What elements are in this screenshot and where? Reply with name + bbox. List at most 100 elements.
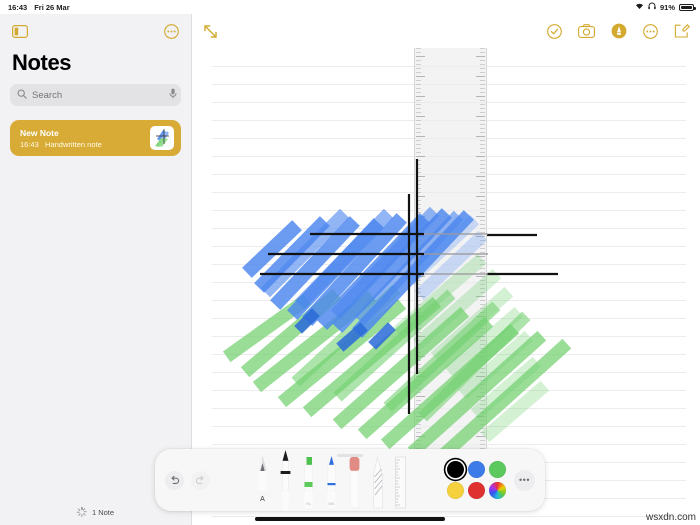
ruler-tick [416, 64, 421, 65]
ruler-tick [416, 432, 421, 433]
ruler-tick [480, 168, 485, 169]
share-icon[interactable] [643, 23, 658, 39]
ruler-tick [416, 328, 421, 329]
ruler-tick [416, 276, 425, 277]
collapse-diagonal-arrows-icon[interactable] [202, 23, 219, 40]
ruler-tick [416, 400, 421, 401]
ruler-tick [416, 444, 421, 445]
ruler-tick [416, 384, 421, 385]
swatch-black[interactable] [447, 461, 464, 478]
tool-ruler[interactable] [390, 449, 411, 511]
ruler-tick [480, 228, 485, 229]
markup-tool-palette[interactable]: A HL MK ••• [155, 449, 545, 511]
camera-icon[interactable] [578, 24, 595, 38]
ruler-tick [416, 336, 425, 337]
ruler-tick [476, 336, 485, 337]
swatch-red[interactable] [468, 482, 485, 499]
ruler-tick [416, 76, 425, 77]
swatch-blue[interactable] [468, 461, 485, 478]
ruler-tick [416, 236, 425, 237]
ruler-tick [480, 200, 485, 201]
ruler-tick [416, 368, 421, 369]
ruler-tick [416, 228, 421, 229]
swatch-color-wheel[interactable] [489, 482, 506, 499]
search-input[interactable] [32, 89, 164, 101]
redo-arrow-icon[interactable] [191, 470, 210, 490]
ruler-tick [416, 408, 421, 409]
ruler-tick [416, 264, 421, 265]
checklist-icon[interactable] [547, 23, 562, 39]
tool-pen[interactable] [275, 449, 296, 511]
ruler-tick [480, 152, 485, 153]
markup-pen-icon[interactable] [611, 23, 627, 39]
ruler-tick [416, 212, 421, 213]
tool-eraser[interactable] [344, 449, 365, 511]
ruler-tick [480, 172, 485, 173]
ruler-tick [416, 252, 421, 253]
ruler-tick [416, 136, 425, 137]
ruler-tick [480, 260, 485, 261]
ruler-tick [416, 304, 421, 305]
ruler-tick [480, 384, 485, 385]
ruler-tick [480, 180, 485, 181]
palette-more-button[interactable]: ••• [514, 469, 535, 491]
swatch-green[interactable] [489, 461, 506, 478]
list-item[interactable]: New Note 16:43 Handwritten note [10, 120, 181, 156]
ruler-tick [480, 444, 485, 445]
ruler-tick [416, 128, 421, 129]
ruler-tick [480, 128, 485, 129]
ruler-tick [416, 332, 421, 333]
svg-text:A: A [260, 496, 265, 503]
sidebar-toggle-icon[interactable] [12, 24, 29, 38]
note-title: New Note [20, 127, 59, 138]
ruler-tick [416, 156, 425, 157]
ruler-tick [416, 120, 421, 121]
ruler-tick [480, 188, 485, 189]
tool-marker-blue[interactable]: MK [321, 449, 342, 511]
more-options-icon[interactable] [164, 23, 179, 39]
ruler-tick [416, 168, 421, 169]
ruler-tick [480, 348, 485, 349]
ruler-tick [416, 48, 421, 49]
ruler-tick [416, 220, 421, 221]
ruler-tick [416, 376, 425, 377]
swatch-yellow[interactable] [447, 482, 464, 499]
ruler-tick [416, 180, 421, 181]
tool-pencil-text[interactable]: A [252, 449, 273, 511]
compose-icon[interactable] [674, 23, 690, 39]
ruler-tick [480, 100, 485, 101]
ruler-tick [480, 288, 485, 289]
ruler-tick [416, 244, 421, 245]
ruler-tick [416, 436, 425, 437]
ruler-tick [416, 272, 421, 273]
note-subtitle: Handwritten note [45, 139, 102, 149]
ruler-tick [480, 304, 485, 305]
tool-highlighter-green[interactable]: HL [298, 449, 319, 511]
ruler-tick [416, 412, 421, 413]
ruler-tick [480, 368, 485, 369]
ruler-tick [480, 232, 485, 233]
ruler-tick [416, 140, 421, 141]
ruler-tick [416, 340, 421, 341]
status-time: 16:43 [8, 2, 28, 12]
tool-lasso[interactable] [367, 449, 388, 511]
ruler-tick [480, 320, 485, 321]
search-bar[interactable] [10, 84, 181, 106]
ruler-tick [416, 216, 425, 217]
ruler-tick [416, 104, 421, 105]
ruler-tick [480, 404, 485, 405]
ruler-tick [416, 60, 421, 61]
headphones-icon [648, 2, 656, 12]
ruler-tick [416, 424, 421, 425]
microphone-icon[interactable] [169, 86, 177, 104]
ruler-tool[interactable] [414, 14, 487, 491]
ruler-tick [416, 192, 421, 193]
ruler-tick [416, 292, 421, 293]
undo-arrow-icon[interactable] [165, 470, 184, 490]
ruler-tick [416, 88, 421, 89]
ruler-tick [416, 108, 421, 109]
notes-sidebar: Notes New Note 16:43 Handwritten note [0, 14, 192, 525]
ruler-tick [480, 308, 485, 309]
ruler-tick [476, 236, 485, 237]
ruler-tick [480, 224, 485, 225]
